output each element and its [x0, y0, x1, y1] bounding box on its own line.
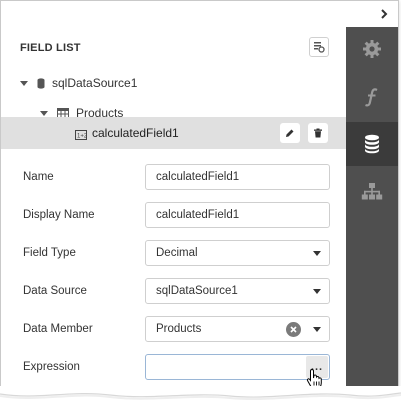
expression-input[interactable]: ... [145, 354, 330, 380]
field-list-panel: FIELD LIST sqlDataSource1 Products 1+2 c… [0, 0, 399, 392]
sidebar-item-properties[interactable] [346, 27, 398, 71]
properties-sidebar [346, 27, 398, 391]
tree-item-calculated-field[interactable]: 1+2 calculatedField1 [1, 117, 346, 149]
field-type-select[interactable]: Decimal [145, 240, 330, 266]
sidebar-item-report-explorer[interactable] [346, 170, 398, 214]
field-type-value: Decimal [156, 247, 198, 259]
gear-icon [363, 40, 381, 58]
field-list-content: FIELD LIST sqlDataSource1 Products 1+2 c… [1, 27, 346, 391]
chevron-down-icon[interactable] [313, 251, 321, 256]
expand-arrow-icon[interactable] [20, 80, 28, 86]
trash-icon [314, 128, 322, 138]
collapse-panel-button[interactable] [376, 6, 392, 22]
hierarchy-icon [361, 183, 383, 200]
name-input[interactable]: calculatedField1 [145, 164, 330, 190]
name-label: Name [23, 171, 54, 183]
chevron-right-icon [381, 9, 388, 19]
data-source-value: sqlDataSource1 [156, 285, 238, 297]
field-type-label: Field Type [23, 247, 76, 259]
tree-item-label: sqlDataSource1 [52, 76, 138, 90]
chevron-down-icon[interactable] [313, 289, 321, 294]
add-calculated-field-button[interactable] [309, 37, 329, 57]
pencil-icon [286, 129, 294, 137]
name-value: calculatedField1 [156, 171, 240, 183]
svg-text:1+2: 1+2 [77, 134, 87, 140]
sidebar-item-expressions[interactable] [346, 75, 398, 119]
tree-item-datasource[interactable]: sqlDataSource1 [20, 72, 137, 94]
data-source-label: Data Source [23, 285, 87, 297]
add-field-icon [314, 42, 325, 53]
edit-field-button[interactable] [280, 123, 300, 143]
display-name-value: calculatedField1 [156, 209, 240, 221]
sidebar-item-field-list[interactable] [346, 122, 398, 166]
data-member-label: Data Member [23, 323, 93, 335]
data-source-select[interactable]: sqlDataSource1 [145, 278, 330, 304]
display-name-input[interactable]: calculatedField1 [145, 202, 330, 228]
display-name-label: Display Name [23, 209, 95, 221]
tree-item-label: calculatedField1 [92, 126, 179, 140]
delete-field-button[interactable] [308, 123, 328, 143]
torn-edge-decoration [0, 386, 401, 401]
calculated-field-icon: 1+2 [75, 127, 88, 145]
database-icon [37, 77, 45, 89]
panel-topbar [1, 1, 398, 27]
expression-label: Expression [23, 361, 80, 373]
page-title: FIELD LIST [20, 42, 81, 54]
expand-arrow-icon[interactable] [40, 110, 48, 116]
database-icon [365, 134, 379, 154]
clear-icon[interactable] [286, 322, 301, 337]
data-member-value: Products [156, 323, 202, 335]
chevron-down-icon[interactable] [313, 327, 321, 332]
function-icon [365, 88, 378, 107]
data-member-select[interactable]: Products [145, 316, 330, 342]
